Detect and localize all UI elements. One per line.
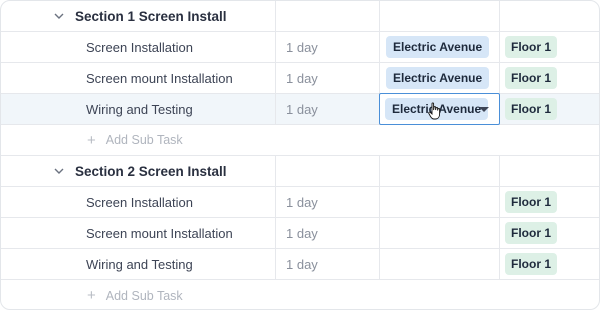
task-name-cell[interactable]: Screen mount Installation	[1, 63, 276, 93]
task-name-cell[interactable]: Wiring and Testing	[1, 249, 276, 279]
duration-cell[interactable]: 1 day	[276, 94, 380, 124]
floor-tag: Floor 1	[505, 67, 558, 89]
table-row[interactable]: Screen mount Installation 1 day Floor 1	[1, 218, 599, 249]
add-subtask-button[interactable]: + Add Sub Task	[1, 125, 183, 155]
task-name: Wiring and Testing	[86, 256, 193, 272]
task-table: Section 1 Screen Install Screen Installa…	[0, 0, 600, 310]
table-row[interactable]: Wiring and Testing 1 day Floor 1	[1, 249, 599, 280]
chevron-down-icon[interactable]	[53, 10, 65, 22]
table-row[interactable]: Wiring and Testing 1 day Electric Avenue…	[1, 93, 599, 125]
location-tag: Electric Avenue	[386, 67, 490, 89]
duration-cell[interactable]: 1 day	[276, 249, 380, 279]
floor-cell[interactable]: Floor 1	[500, 187, 599, 217]
location-cell[interactable]: Electric Avenue	[380, 32, 500, 62]
section-name-cell: Section 1 Screen Install	[1, 1, 276, 31]
task-name-cell[interactable]: Screen mount Installation	[1, 218, 276, 248]
table-row[interactable]: Screen mount Installation 1 day Electric…	[1, 63, 599, 94]
floor-cell[interactable]: Floor 1	[500, 94, 599, 124]
add-subtask-row[interactable]: + Add Sub Task	[1, 125, 599, 156]
add-subtask-label: Add Sub Task	[105, 288, 183, 303]
task-name: Screen Installation	[86, 194, 193, 210]
location-cell[interactable]	[380, 249, 500, 279]
location-cell[interactable]: Electric Avenue	[380, 63, 500, 93]
location-cell[interactable]: Electric Avenue	[379, 93, 500, 125]
location-cell[interactable]	[380, 218, 500, 248]
add-subtask-row[interactable]: + Add Sub Task	[1, 280, 599, 309]
plus-icon: +	[87, 287, 96, 304]
floor-cell[interactable]: Floor 1	[500, 218, 599, 248]
floor-cell[interactable]: Floor 1	[500, 32, 599, 62]
location-cell[interactable]	[380, 187, 500, 217]
floor-cell[interactable]: Floor 1	[500, 249, 599, 279]
task-name-cell[interactable]: Screen Installation	[1, 32, 276, 62]
add-subtask-button[interactable]: + Add Sub Task	[1, 280, 183, 309]
table-row[interactable]: Screen Installation 1 day Electric Avenu…	[1, 32, 599, 63]
task-name: Screen Installation	[86, 39, 193, 55]
caret-down-icon[interactable]	[479, 107, 489, 112]
floor-tag: Floor 1	[505, 222, 558, 244]
floor-tag: Floor 1	[505, 36, 558, 58]
floor-cell	[500, 156, 599, 186]
section-title: Section 2 Screen Install	[75, 163, 227, 179]
location-cell	[380, 156, 500, 186]
task-name: Wiring and Testing	[86, 101, 193, 117]
table-row[interactable]: Screen Installation 1 day Floor 1	[1, 187, 599, 218]
duration-cell[interactable]: 1 day	[276, 63, 380, 93]
floor-cell	[500, 1, 599, 31]
duration-cell[interactable]: 1 day	[276, 187, 380, 217]
floor-cell[interactable]: Floor 1	[500, 63, 599, 93]
hand-cursor-icon	[428, 102, 442, 123]
location-cell	[380, 1, 500, 31]
task-name: Screen mount Installation	[86, 225, 233, 241]
section-row[interactable]: Section 2 Screen Install	[1, 156, 599, 187]
section-row[interactable]: Section 1 Screen Install	[1, 1, 599, 32]
duration-cell[interactable]: 1 day	[276, 32, 380, 62]
add-subtask-label: Add Sub Task	[105, 133, 183, 147]
task-name-cell[interactable]: Wiring and Testing	[1, 94, 276, 124]
floor-tag: Floor 1	[505, 98, 558, 120]
task-name-cell[interactable]: Screen Installation	[1, 187, 276, 217]
section-name-cell: Section 2 Screen Install	[1, 156, 276, 186]
plus-icon: +	[87, 131, 96, 149]
duration-cell[interactable]: 1 day	[276, 218, 380, 248]
location-select[interactable]: Electric Avenue	[379, 93, 500, 125]
floor-tag: Floor 1	[505, 191, 558, 213]
chevron-down-icon[interactable]	[53, 165, 65, 177]
section-title: Section 1 Screen Install	[75, 8, 227, 24]
duration-cell	[276, 1, 380, 31]
floor-tag: Floor 1	[505, 253, 558, 275]
location-tag: Electric Avenue	[386, 36, 490, 58]
task-name: Screen mount Installation	[86, 70, 233, 86]
duration-cell	[276, 156, 380, 186]
